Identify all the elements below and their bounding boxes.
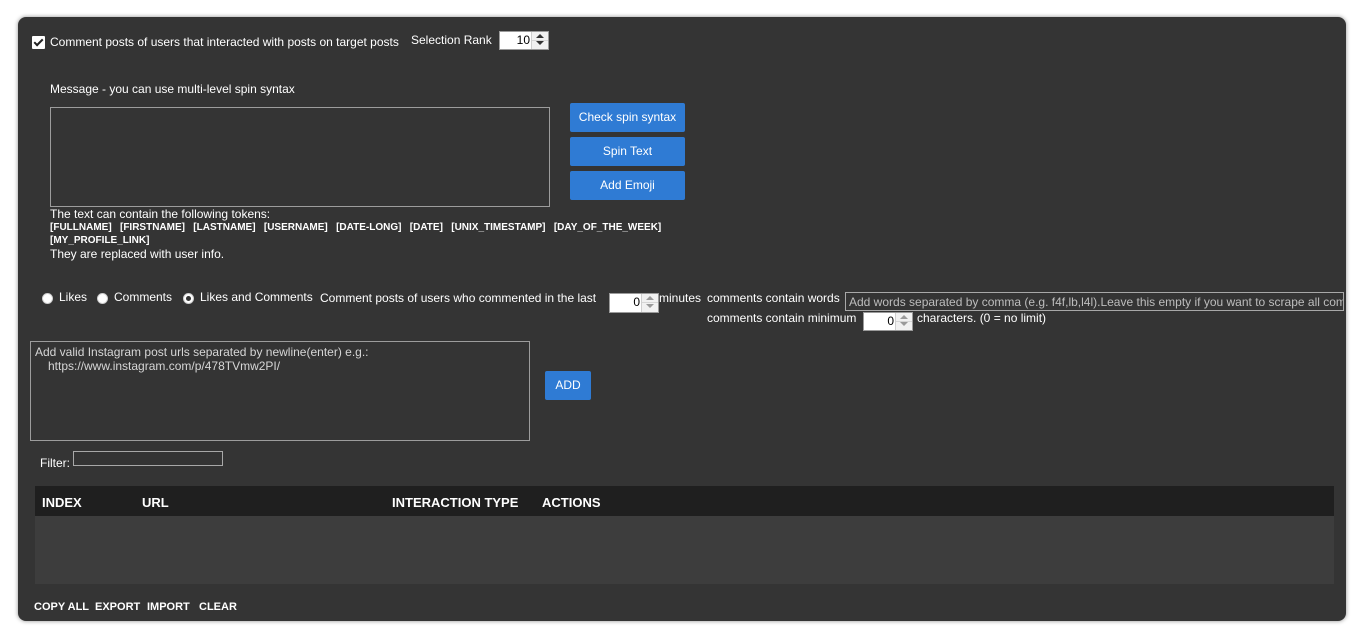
contain-min-stepper[interactable]: 0 bbox=[863, 312, 913, 331]
likes-and-comments-radio[interactable] bbox=[183, 293, 194, 304]
message-label: Message - you can use multi-level spin s… bbox=[50, 82, 295, 96]
selection-rank-value: 10 bbox=[516, 33, 530, 47]
filter-input[interactable] bbox=[73, 451, 223, 466]
commented-last-label: Comment posts of users who commented in … bbox=[320, 291, 597, 305]
likes-and-comments-label: Likes and Comments bbox=[200, 290, 313, 304]
tokens-intro: The text can contain the following token… bbox=[50, 207, 271, 221]
post-urls-placeholder-2: https://www.instagram.com/p/478TVmw2PI/ bbox=[48, 359, 281, 373]
clear-button[interactable]: CLEAR bbox=[199, 601, 237, 613]
contain-min-value: 0 bbox=[887, 314, 894, 328]
copy-all-button[interactable]: COPY ALL bbox=[34, 601, 89, 613]
import-button[interactable]: IMPORT bbox=[147, 601, 190, 613]
selection-rank-stepper[interactable]: 10 bbox=[499, 31, 549, 50]
characters-label: characters. (0 = no limit) bbox=[917, 311, 1047, 325]
contain-min-label: comments contain minimum bbox=[707, 311, 857, 325]
column-index[interactable]: INDEX bbox=[42, 495, 82, 510]
table-header: INDEX URL INTERACTION TYPE ACTIONS bbox=[35, 486, 1334, 516]
decrement-icon[interactable] bbox=[896, 321, 912, 329]
comment-interacted-label: Comment posts of users that interacted w… bbox=[50, 35, 399, 49]
urls-table: INDEX URL INTERACTION TYPE ACTIONS bbox=[35, 486, 1334, 584]
contain-words-input[interactable]: Add words separated by comma (e.g. f4f,l… bbox=[845, 292, 1344, 311]
column-url[interactable]: URL bbox=[142, 495, 169, 510]
tokens-list-2: [MY_PROFILE_LINK] bbox=[50, 235, 150, 246]
minutes-value: 0 bbox=[633, 295, 640, 309]
message-textarea[interactable] bbox=[50, 107, 550, 207]
contain-words-label: comments contain words bbox=[707, 291, 840, 305]
add-button[interactable]: ADD bbox=[545, 371, 591, 400]
add-emoji-button[interactable]: Add Emoji bbox=[570, 171, 685, 200]
decrement-icon[interactable] bbox=[642, 303, 658, 311]
export-button[interactable]: EXPORT bbox=[95, 601, 140, 613]
comments-label: Comments bbox=[114, 290, 173, 304]
column-actions[interactable]: ACTIONS bbox=[542, 495, 601, 510]
increment-icon[interactable] bbox=[642, 294, 658, 303]
selection-rank-label: Selection Rank bbox=[411, 33, 492, 47]
decrement-icon[interactable] bbox=[532, 40, 548, 48]
post-urls-textarea[interactable]: Add valid Instagram post urls separated … bbox=[30, 341, 530, 441]
minutes-label: minutes bbox=[659, 291, 702, 305]
comments-radio[interactable] bbox=[97, 293, 108, 304]
likes-radio[interactable] bbox=[42, 293, 53, 304]
comment-interacted-checkbox[interactable] bbox=[32, 36, 45, 49]
spin-text-button[interactable]: Spin Text bbox=[570, 137, 685, 166]
tokens-list: [FULLNAME] [FIRSTNAME] [LASTNAME] [USERN… bbox=[50, 222, 662, 233]
filter-label: Filter: bbox=[40, 456, 70, 470]
check-spin-syntax-button[interactable]: Check spin syntax bbox=[570, 103, 685, 132]
column-interaction-type[interactable]: INTERACTION TYPE bbox=[392, 495, 518, 510]
settings-panel: Comment posts of users that interacted w… bbox=[18, 17, 1346, 621]
post-urls-placeholder-1: Add valid Instagram post urls separated … bbox=[35, 345, 369, 359]
likes-label: Likes bbox=[59, 290, 88, 304]
tokens-outro: They are replaced with user info. bbox=[50, 247, 225, 261]
minutes-stepper[interactable]: 0 bbox=[609, 293, 659, 313]
